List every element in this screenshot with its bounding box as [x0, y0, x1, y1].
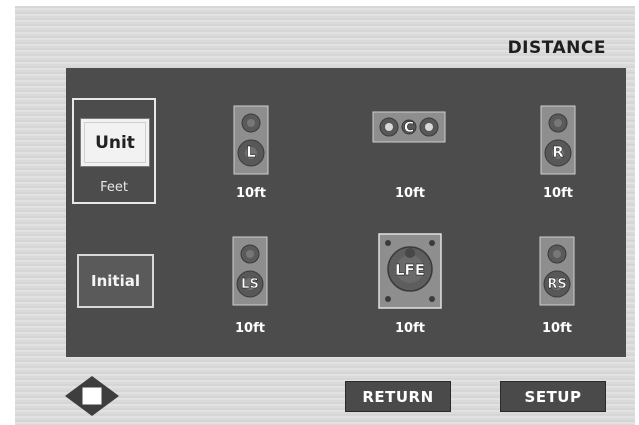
- speaker-id: L: [246, 143, 256, 161]
- tower-speaker-icon: L: [233, 105, 269, 175]
- speaker-id: R: [552, 143, 564, 161]
- screen-title: DISTANCE: [507, 38, 606, 58]
- surround-right-distance: 10ft: [542, 321, 572, 336]
- tower-speaker-icon: R: [540, 105, 576, 175]
- dpad-icon: [65, 376, 119, 416]
- speaker-id: LS: [241, 277, 259, 292]
- speaker-front-left[interactable]: L: [233, 105, 269, 175]
- speaker-id: RS: [547, 277, 566, 292]
- speaker-subwoofer[interactable]: LFE: [378, 233, 442, 309]
- setup-button[interactable]: SETUP: [500, 381, 606, 412]
- speaker-front-right[interactable]: R: [540, 105, 576, 175]
- unit-button[interactable]: Unit: [80, 118, 150, 167]
- speaker-surround-right[interactable]: RS: [539, 236, 575, 306]
- center-speaker-icon: C: [372, 111, 446, 143]
- return-button[interactable]: RETURN: [345, 381, 451, 412]
- unit-value: Feet: [100, 180, 128, 195]
- subwoofer-distance: 10ft: [395, 321, 425, 336]
- front-right-distance: 10ft: [543, 186, 573, 201]
- speaker-center[interactable]: C: [372, 111, 446, 143]
- initial-button[interactable]: Initial: [77, 254, 154, 308]
- subwoofer-icon: LFE: [378, 233, 442, 309]
- speaker-surround-left[interactable]: LS: [232, 236, 268, 306]
- speaker-id: LFE: [395, 261, 425, 279]
- navigation-dpad[interactable]: [64, 375, 120, 421]
- surround-left-distance: 10ft: [235, 321, 265, 336]
- center-distance: 10ft: [395, 186, 425, 201]
- tower-speaker-icon: LS: [232, 236, 268, 306]
- front-left-distance: 10ft: [236, 186, 266, 201]
- speaker-id: C: [404, 120, 414, 136]
- tower-speaker-icon: RS: [539, 236, 575, 306]
